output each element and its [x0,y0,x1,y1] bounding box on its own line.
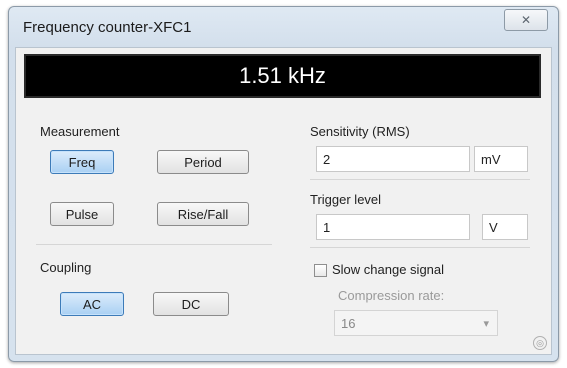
chevron-down-icon: ▾ [483,317,489,330]
frequency-display: 1.51 kHz [24,54,541,98]
ac-button[interactable]: AC [60,292,124,316]
freq-button[interactable]: Freq [50,150,114,174]
compression-rate-value: 16 [341,315,356,331]
slow-change-label: Slow change signal [332,262,445,277]
period-button[interactable]: Period [157,150,249,174]
divider [310,179,530,180]
trigger-unit-field[interactable]: V [482,214,528,240]
measurement-heading: Measurement [40,124,120,139]
compression-rate-label: Compression rate: [338,288,445,303]
slow-change-checkbox[interactable] [314,264,327,277]
instrument-panel: 1.51 kHz Measurement Freq Period Pulse R… [15,47,552,355]
compression-rate-select[interactable]: 16 ▾ [334,310,498,336]
dc-button[interactable]: DC [153,292,229,316]
window-title: Frequency counter-XFC1 [23,19,192,36]
close-icon: ✕ [520,13,532,27]
sensitivity-unit-field[interactable]: mV [474,146,528,172]
coupling-heading: Coupling [40,260,92,275]
help-icon[interactable]: ◎ [533,336,547,350]
divider [36,244,272,245]
trigger-value-field[interactable]: 1 [316,214,470,240]
frequency-counter-window: Frequency counter-XFC1 ✕ 1.51 kHz Measur… [8,6,559,362]
pulse-button[interactable]: Pulse [50,202,114,226]
divider [310,247,530,248]
close-button[interactable]: ✕ [504,9,548,31]
display-reading: 1.51 kHz [239,63,326,88]
trigger-heading: Trigger level [310,192,382,207]
sensitivity-heading: Sensitivity (RMS) [310,124,410,139]
rise-fall-button[interactable]: Rise/Fall [157,202,249,226]
sensitivity-value-field[interactable]: 2 [316,146,470,172]
